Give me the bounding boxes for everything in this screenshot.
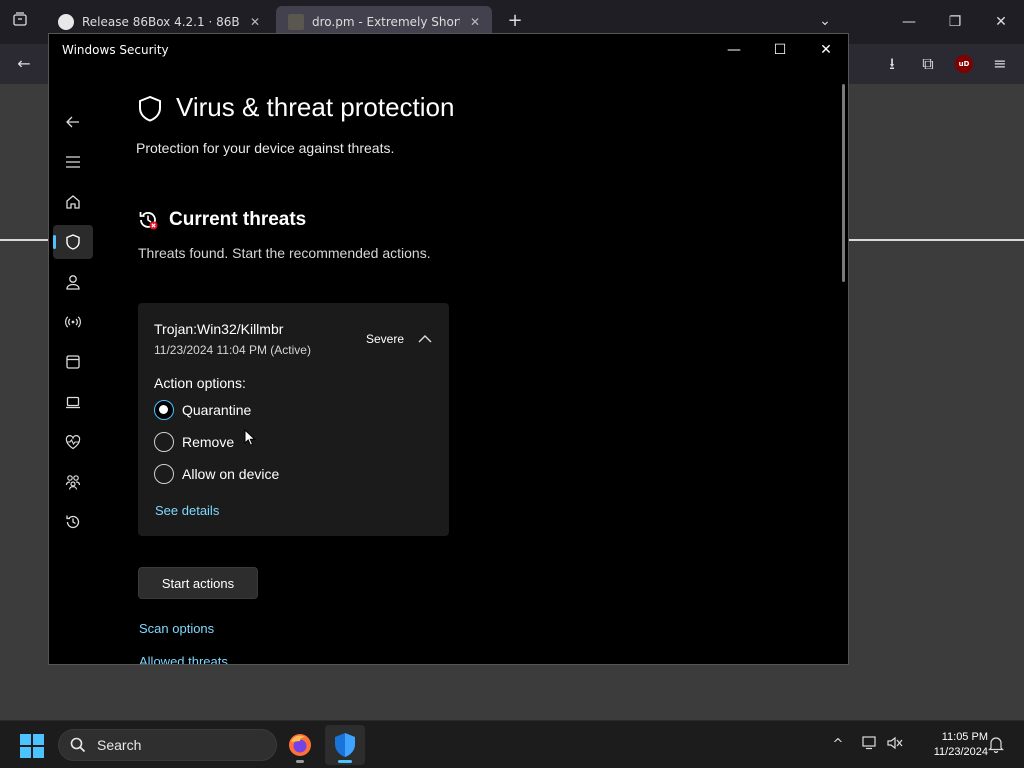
volume-muted-icon[interactable] (885, 735, 905, 755)
tab-label: dro.pm - Extremely Short Links (312, 15, 460, 29)
minimize-button[interactable]: — (714, 38, 754, 62)
hamburger-menu-icon[interactable]: ≡ (988, 52, 1012, 76)
page-divider (0, 239, 48, 241)
action-options-label: Action options: (154, 375, 246, 391)
clock-time: 11:05 PM (941, 731, 988, 743)
new-tab-button[interactable]: + (504, 10, 526, 32)
sidebar-item-firewall[interactable] (53, 305, 93, 339)
radio-button-checked[interactable] (154, 400, 174, 420)
sidebar-item-app-browser-control[interactable] (53, 345, 93, 379)
back-arrow-icon[interactable]: ← (12, 52, 36, 76)
maximize-button[interactable]: ☐ (760, 38, 800, 62)
radio-button[interactable] (154, 432, 174, 452)
home-icon (66, 195, 80, 209)
close-tab-icon[interactable]: ✕ (468, 15, 482, 29)
sidebar-item-virus-protection[interactable] (53, 225, 93, 259)
radio-option-remove[interactable]: Remove (154, 431, 234, 453)
list-all-tabs-icon[interactable]: ⌄ (814, 10, 836, 32)
laptop-icon (66, 396, 80, 409)
history-icon (66, 515, 80, 529)
threat-card: Trojan:Win32/Killmbr 11/23/2024 11:04 PM… (138, 303, 449, 536)
ublock-origin-icon[interactable]: uD (955, 55, 973, 73)
window-title: Windows Security (62, 43, 169, 57)
person-icon (66, 275, 80, 290)
start-actions-button[interactable]: Start actions (138, 567, 258, 599)
github-icon (58, 14, 74, 30)
sidebar-nav (49, 66, 97, 664)
taskbar-firefox[interactable] (280, 725, 320, 765)
sidebar-item-device-performance[interactable] (53, 425, 93, 459)
search-label: Search (97, 737, 142, 753)
hamburger-menu-button[interactable] (53, 145, 93, 179)
heart-pulse-icon (65, 435, 81, 450)
shield-icon (139, 95, 161, 122)
running-indicator (296, 760, 304, 763)
radio-label: Quarantine (182, 402, 252, 418)
threat-severity-badge: Severe (366, 332, 405, 346)
browser-minimize-button[interactable]: — (894, 8, 924, 36)
sidebar-item-family-options[interactable] (53, 465, 93, 499)
current-threats-description: Threats found. Start the recommended act… (138, 245, 431, 261)
shield-icon (66, 234, 80, 250)
search-icon (70, 737, 86, 753)
scrollbar-thumb[interactable] (842, 84, 845, 282)
active-indicator (53, 235, 56, 249)
radio-label: Remove (182, 434, 235, 450)
tray-overflow-chevron-icon[interactable]: ^ (828, 735, 848, 755)
system-clock[interactable]: 11:05 PM 11/23/2024 (912, 730, 988, 760)
extensions-icon[interactable]: ⧉ (916, 52, 940, 76)
sidebar-item-protection-history[interactable] (53, 505, 93, 539)
sidebar-item-home[interactable] (53, 185, 93, 219)
wireless-antenna-icon (65, 316, 81, 328)
threat-name: Trojan:Win32/Killmbr (154, 321, 284, 337)
radio-option-allow[interactable]: Allow on device (154, 463, 279, 485)
tab-label: Release 86Box 4.2.1 · 86Box/86Bo (82, 15, 240, 29)
browser-close-button[interactable]: ✕ (986, 8, 1016, 36)
browser-restore-button[interactable]: ❐ (940, 8, 970, 36)
chevron-up-icon[interactable] (417, 331, 433, 347)
page-subtitle: Protection for your device against threa… (136, 140, 395, 156)
threat-history-icon (139, 212, 158, 230)
firefox-icon (289, 734, 311, 756)
radio-option-quarantine[interactable]: Quarantine (154, 399, 251, 421)
windows-start-icon[interactable] (20, 734, 44, 758)
taskbar-search-box[interactable]: Search (58, 729, 277, 761)
threat-date: 11/23/2024 11:04 PM (Active) (154, 343, 311, 357)
page-divider (849, 239, 1024, 241)
back-arrow-icon (66, 116, 79, 128)
close-button[interactable]: ✕ (806, 38, 846, 62)
taskbar-windows-security[interactable] (325, 725, 365, 765)
sidebar-item-settings[interactable] (53, 657, 93, 664)
allowed-threats-link[interactable]: Allowed threats (139, 654, 228, 664)
radio-label: Allow on device (182, 466, 280, 482)
page-title: Virus & threat protection (176, 92, 455, 122)
tab-list-icon[interactable] (8, 10, 32, 34)
taskbar: Search ^ 11:05 PM 11/23/2024 (0, 720, 1024, 768)
mouse-cursor-icon (244, 429, 256, 446)
dropm-favicon-icon (288, 14, 304, 30)
see-details-link[interactable]: See details (155, 503, 219, 518)
sidebar-item-device-security[interactable] (53, 385, 93, 419)
network-icon[interactable] (860, 735, 880, 755)
windows-security-window: Windows Security — ☐ ✕ Virus & threat pr… (48, 33, 849, 665)
radio-button[interactable] (154, 464, 174, 484)
hamburger-icon (66, 156, 80, 168)
family-icon (65, 475, 81, 490)
back-button[interactable] (53, 105, 93, 139)
windows-security-shield-icon (335, 733, 355, 757)
sidebar-item-account-protection[interactable] (53, 265, 93, 299)
scan-options-link[interactable]: Scan options (139, 621, 214, 636)
running-indicator (338, 760, 352, 763)
window-title-bar[interactable]: Windows Security — ☐ ✕ (49, 34, 848, 66)
notification-bell-icon[interactable] (986, 735, 1006, 755)
current-threats-heading: Current threats (169, 209, 307, 230)
app-window-icon (66, 355, 80, 369)
clock-date: 11/23/2024 (933, 746, 988, 758)
download-icon[interactable]: ⭳ (880, 52, 904, 76)
close-tab-icon[interactable]: ✕ (248, 15, 262, 29)
